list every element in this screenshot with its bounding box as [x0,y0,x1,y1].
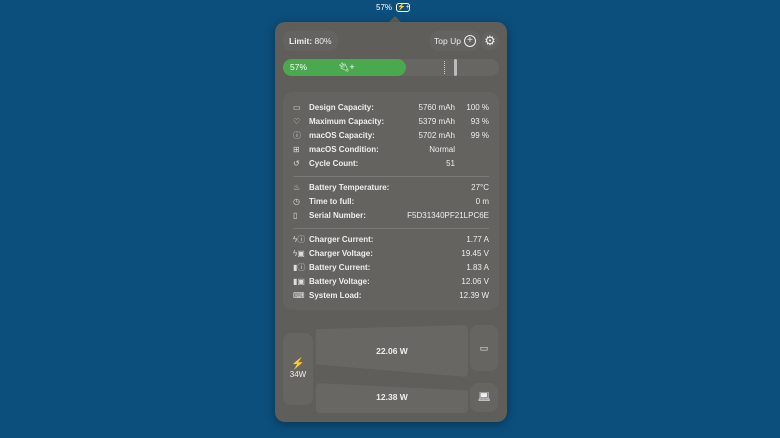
laptop-icon: ⌨ [293,290,305,300]
info-row: ▯ Serial Number: F5D31340PF21LPC6E [293,208,489,222]
row-value: 5702 mAh [418,130,455,140]
limit-marker [444,61,445,74]
top-up-label: Top Up [434,36,461,46]
limit-value: 80% [314,36,332,46]
flow-to-battery: 22.06 W [316,325,468,377]
info-row: ♨ Battery Temperature: 27°C [293,180,489,194]
row-label: macOS Capacity: [309,130,375,140]
source-power: 34W [289,370,307,379]
battery-level-bar[interactable]: 57% 🔌︎+ [283,59,499,76]
settings-gear-icon[interactable]: ⚙ [481,32,499,50]
battery-charging-icon: ⚡+ [396,3,411,12]
plug-icon: 🔌︎+ [338,62,355,72]
info-row: ⌨ System Load: 12.39 W [293,288,489,302]
info-row: ↺ Cycle Count: 51 [293,156,489,170]
row-value: 5379 mAh [418,116,455,126]
power-source: ⚡ 34W [283,333,313,405]
row-value: 0 m [475,196,489,206]
row-label: Charger Current: [309,234,374,244]
history-icon: ↺ [293,158,300,168]
row-label: Battery Voltage: [309,276,370,286]
clock-icon: ◷ [293,196,300,206]
battery-charging-icon: ▭ [470,325,498,371]
power-flow: ⚡ 34W 22.06 W 12.38 W ▭ 💻︎ [283,325,499,413]
device-icon: ▯ [293,210,298,220]
battery-info-card: ▭ Design Capacity: 5760 mAh 100 % ♡ Maxi… [283,92,499,310]
battery-percent: 57% [290,62,308,72]
limit-label: Limit: [289,36,313,46]
row-label: Maximum Capacity: [309,116,385,126]
row-value: 27°C [471,182,489,192]
row-value: 12.39 W [459,290,489,300]
lightning-icon: ⚡ [291,358,305,370]
thermometer-icon: ♨ [293,182,301,192]
charger-voltage-icon: ϟ▣ [293,248,305,258]
menubar-battery-item[interactable]: 57% ⚡+ [376,3,411,12]
info-row: ϟ▣ Charger Voltage: 19.45 V [293,246,489,260]
info-row: ♡ Maximum Capacity: 5379 mAh 93 % [293,114,489,128]
row-value: 5760 mAh [418,102,455,112]
info-icon: ⓘ [293,130,301,140]
row-label: Battery Current: [309,262,371,272]
row-label: Design Capacity: [309,102,374,112]
info-row: ◷ Time to full: 0 m [293,194,489,208]
battery-voltage-icon: ▮▣ [293,276,305,286]
battery-popover: Limit: 80% Top Up + ⚙ 57% 🔌︎+ ▭ Design Cap… [275,22,507,422]
info-row: ϟⓘ Charger Current: 1.77 A [293,232,489,246]
row-percent: 99 % [470,130,489,140]
row-value: 1.83 A [466,262,489,272]
row-label: Serial Number: [309,210,366,220]
info-row: ▮▣ Battery Voltage: 12.06 V [293,274,489,288]
row-label: Cycle Count: [309,158,359,168]
row-value: 12.06 V [461,276,489,286]
plus-circle-icon: + [463,35,476,47]
row-label: Charger Voltage: [309,248,373,258]
limit-slider-handle[interactable] [454,59,457,76]
row-label: System Load: [309,290,362,300]
info-row: ▮ⓘ Battery Current: 1.83 A [293,260,489,274]
info-row: ⓘ macOS Capacity: 5702 mAh 99 % [293,128,489,142]
laptop-icon: 💻︎ [470,383,498,412]
row-value: 1.77 A [466,234,489,244]
health-icon: ♡ [293,116,301,126]
divider [293,228,489,229]
row-label: Time to full: [309,196,355,206]
row-percent: 100 % [466,102,489,112]
battery-level-fill: 57% 🔌︎+ [283,59,407,76]
row-value: 19.45 V [461,248,489,258]
battery-current-icon: ▮ⓘ [293,262,306,272]
row-value: Normal [429,144,455,154]
menubar-percent: 57% [376,3,393,12]
limit-button[interactable]: Limit: 80% [283,31,338,51]
row-value: 51 [446,158,455,168]
row-label: macOS Condition: [309,144,379,154]
info-row: ⊞ macOS Condition: Normal [293,142,489,156]
charger-current-icon: ϟⓘ [293,234,306,244]
medkit-icon: ⊞ [293,144,300,154]
row-value: F5D31340PF21LPC6E [407,210,489,220]
divider [293,176,489,177]
top-up-button[interactable]: Top Up + [430,31,480,51]
battery-icon: ▭ [293,102,301,112]
flow-to-system: 12.38 W [316,383,468,413]
info-row: ▭ Design Capacity: 5760 mAh 100 % [293,100,489,114]
row-percent: 93 % [470,116,489,126]
row-label: Battery Temperature: [309,182,390,192]
